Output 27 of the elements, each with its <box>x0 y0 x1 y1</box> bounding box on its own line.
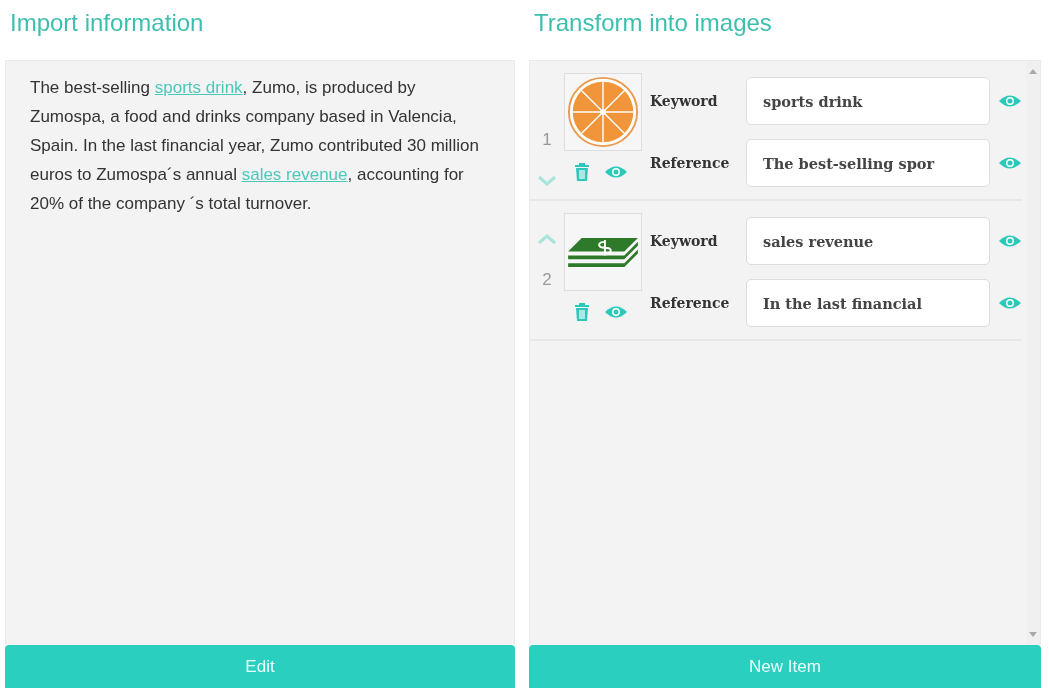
reference-field[interactable]: The best-selling spor <box>746 139 990 187</box>
panel-title: Import information <box>9 8 205 38</box>
field-label: Keyword <box>650 233 719 249</box>
image-thumbnail[interactable] <box>564 213 642 291</box>
eye-icon[interactable] <box>998 234 1022 248</box>
item-number: 1 <box>542 130 552 150</box>
money-stack-icon <box>566 236 640 268</box>
keyword-field[interactable]: sports drink <box>746 77 990 125</box>
reference-field[interactable]: In the last financial <box>746 279 990 327</box>
citrus-slice-icon <box>567 76 639 148</box>
panel-title: Transform into images <box>533 8 773 38</box>
paragraph: The best-selling sports drink, Zumo, is produced by Zumospa, a food and drinks company based in Valencia, Spain. In the last financial year, Zumo contributed 30 million euros to Zumospa´s annual sales revenue, accounting for 20% of the company ´s total turnover. <box>29 77 480 215</box>
eye-icon[interactable] <box>604 165 628 179</box>
field-label: Keyword <box>650 93 719 109</box>
eye-icon[interactable] <box>998 156 1022 170</box>
eye-icon[interactable] <box>998 296 1022 310</box>
scroll-up-icon[interactable] <box>1029 69 1037 74</box>
field-label: Reference <box>650 295 731 311</box>
scroll-down-icon[interactable] <box>1029 632 1037 637</box>
image-thumbnail[interactable] <box>564 73 642 151</box>
trash-icon[interactable] <box>574 163 590 181</box>
item-number: 2 <box>542 270 552 290</box>
trash-icon[interactable] <box>574 303 590 321</box>
keyword-field[interactable]: sales revenue <box>746 217 990 265</box>
eye-icon[interactable] <box>998 94 1022 108</box>
eye-icon[interactable] <box>604 305 628 319</box>
field-label: Reference <box>650 155 731 171</box>
